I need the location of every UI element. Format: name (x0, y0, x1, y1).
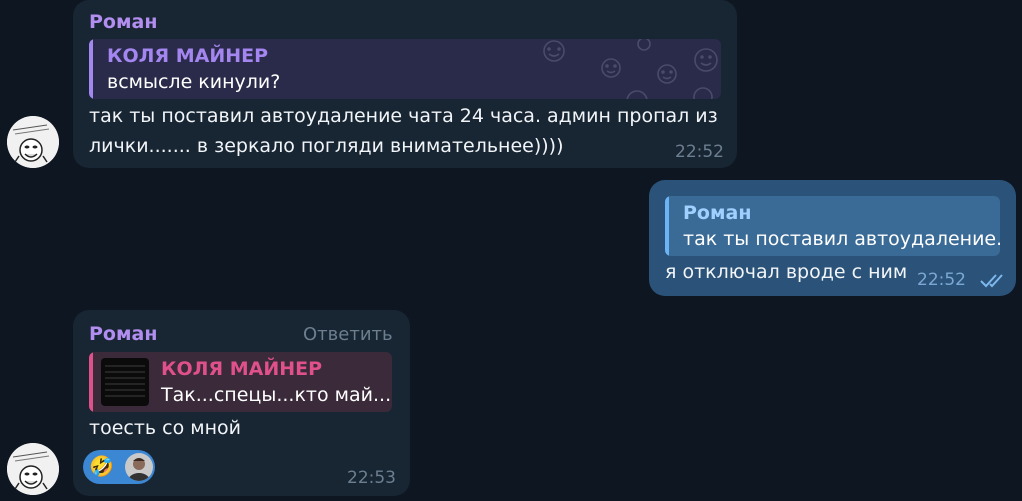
avatar[interactable] (7, 116, 59, 168)
avatar[interactable] (7, 443, 59, 495)
reply-quote[interactable]: Роман так ты поставил автоудаление... (665, 196, 1000, 256)
reactor-avatar (125, 453, 153, 481)
message-time: 22:52 (917, 270, 966, 290)
reaction-chip[interactable]: 🤣 (83, 450, 155, 484)
sender-name[interactable]: Роман (89, 323, 157, 345)
message-time: 22:53 (347, 468, 396, 488)
emoji-pattern-icon (543, 39, 718, 99)
reply-sender-name: КОЛЯ МАЙНЕР (107, 45, 269, 67)
message-bubble-outgoing[interactable]: Роман так ты поставил автоудаление... я … (649, 180, 1016, 296)
reply-quote[interactable]: КОЛЯ МАЙНЕР всмысле кинули? (89, 39, 721, 99)
message-text-line: лички....... в зеркало погляди вниматель… (89, 135, 564, 157)
double-check-icon (980, 274, 1003, 288)
message-time: 22:52 (675, 142, 724, 162)
message-text: тоесть со мной (89, 417, 241, 439)
reply-sender-name: Роман (683, 202, 752, 224)
reply-text: всмысле кинули? (107, 71, 281, 93)
reply-action-button[interactable]: Ответить (303, 324, 393, 345)
reply-text: так ты поставил автоудаление... (683, 228, 1000, 250)
sender-name[interactable]: Роман (89, 11, 157, 33)
chat-area: Роман КОЛЯ МАЙНЕР всмысле кинули? так ты… (0, 0, 1022, 501)
message-bubble-incoming[interactable]: Роман КОЛЯ МАЙНЕР всмысле кинули? так ты… (73, 0, 737, 168)
message-bubble-incoming[interactable]: Роман Ответить КОЛЯ МАЙНЕР Так...спецы..… (73, 310, 410, 496)
message-text-line: так ты поставил автоудаление чата 24 час… (89, 105, 718, 127)
reply-text: Так...спецы...кто май... (161, 384, 392, 406)
reply-thumbnail (101, 358, 149, 406)
reply-sender-name: КОЛЯ МАЙНЕР (161, 358, 323, 380)
message-text: я отключал вроде с ним (665, 261, 908, 283)
message-text: так ты поставил автоудаление чата 24 час… (89, 101, 718, 161)
laughing-emoji-icon: 🤣 (89, 454, 114, 478)
reply-quote[interactable]: КОЛЯ МАЙНЕР Так...спецы...кто май... (89, 352, 392, 412)
